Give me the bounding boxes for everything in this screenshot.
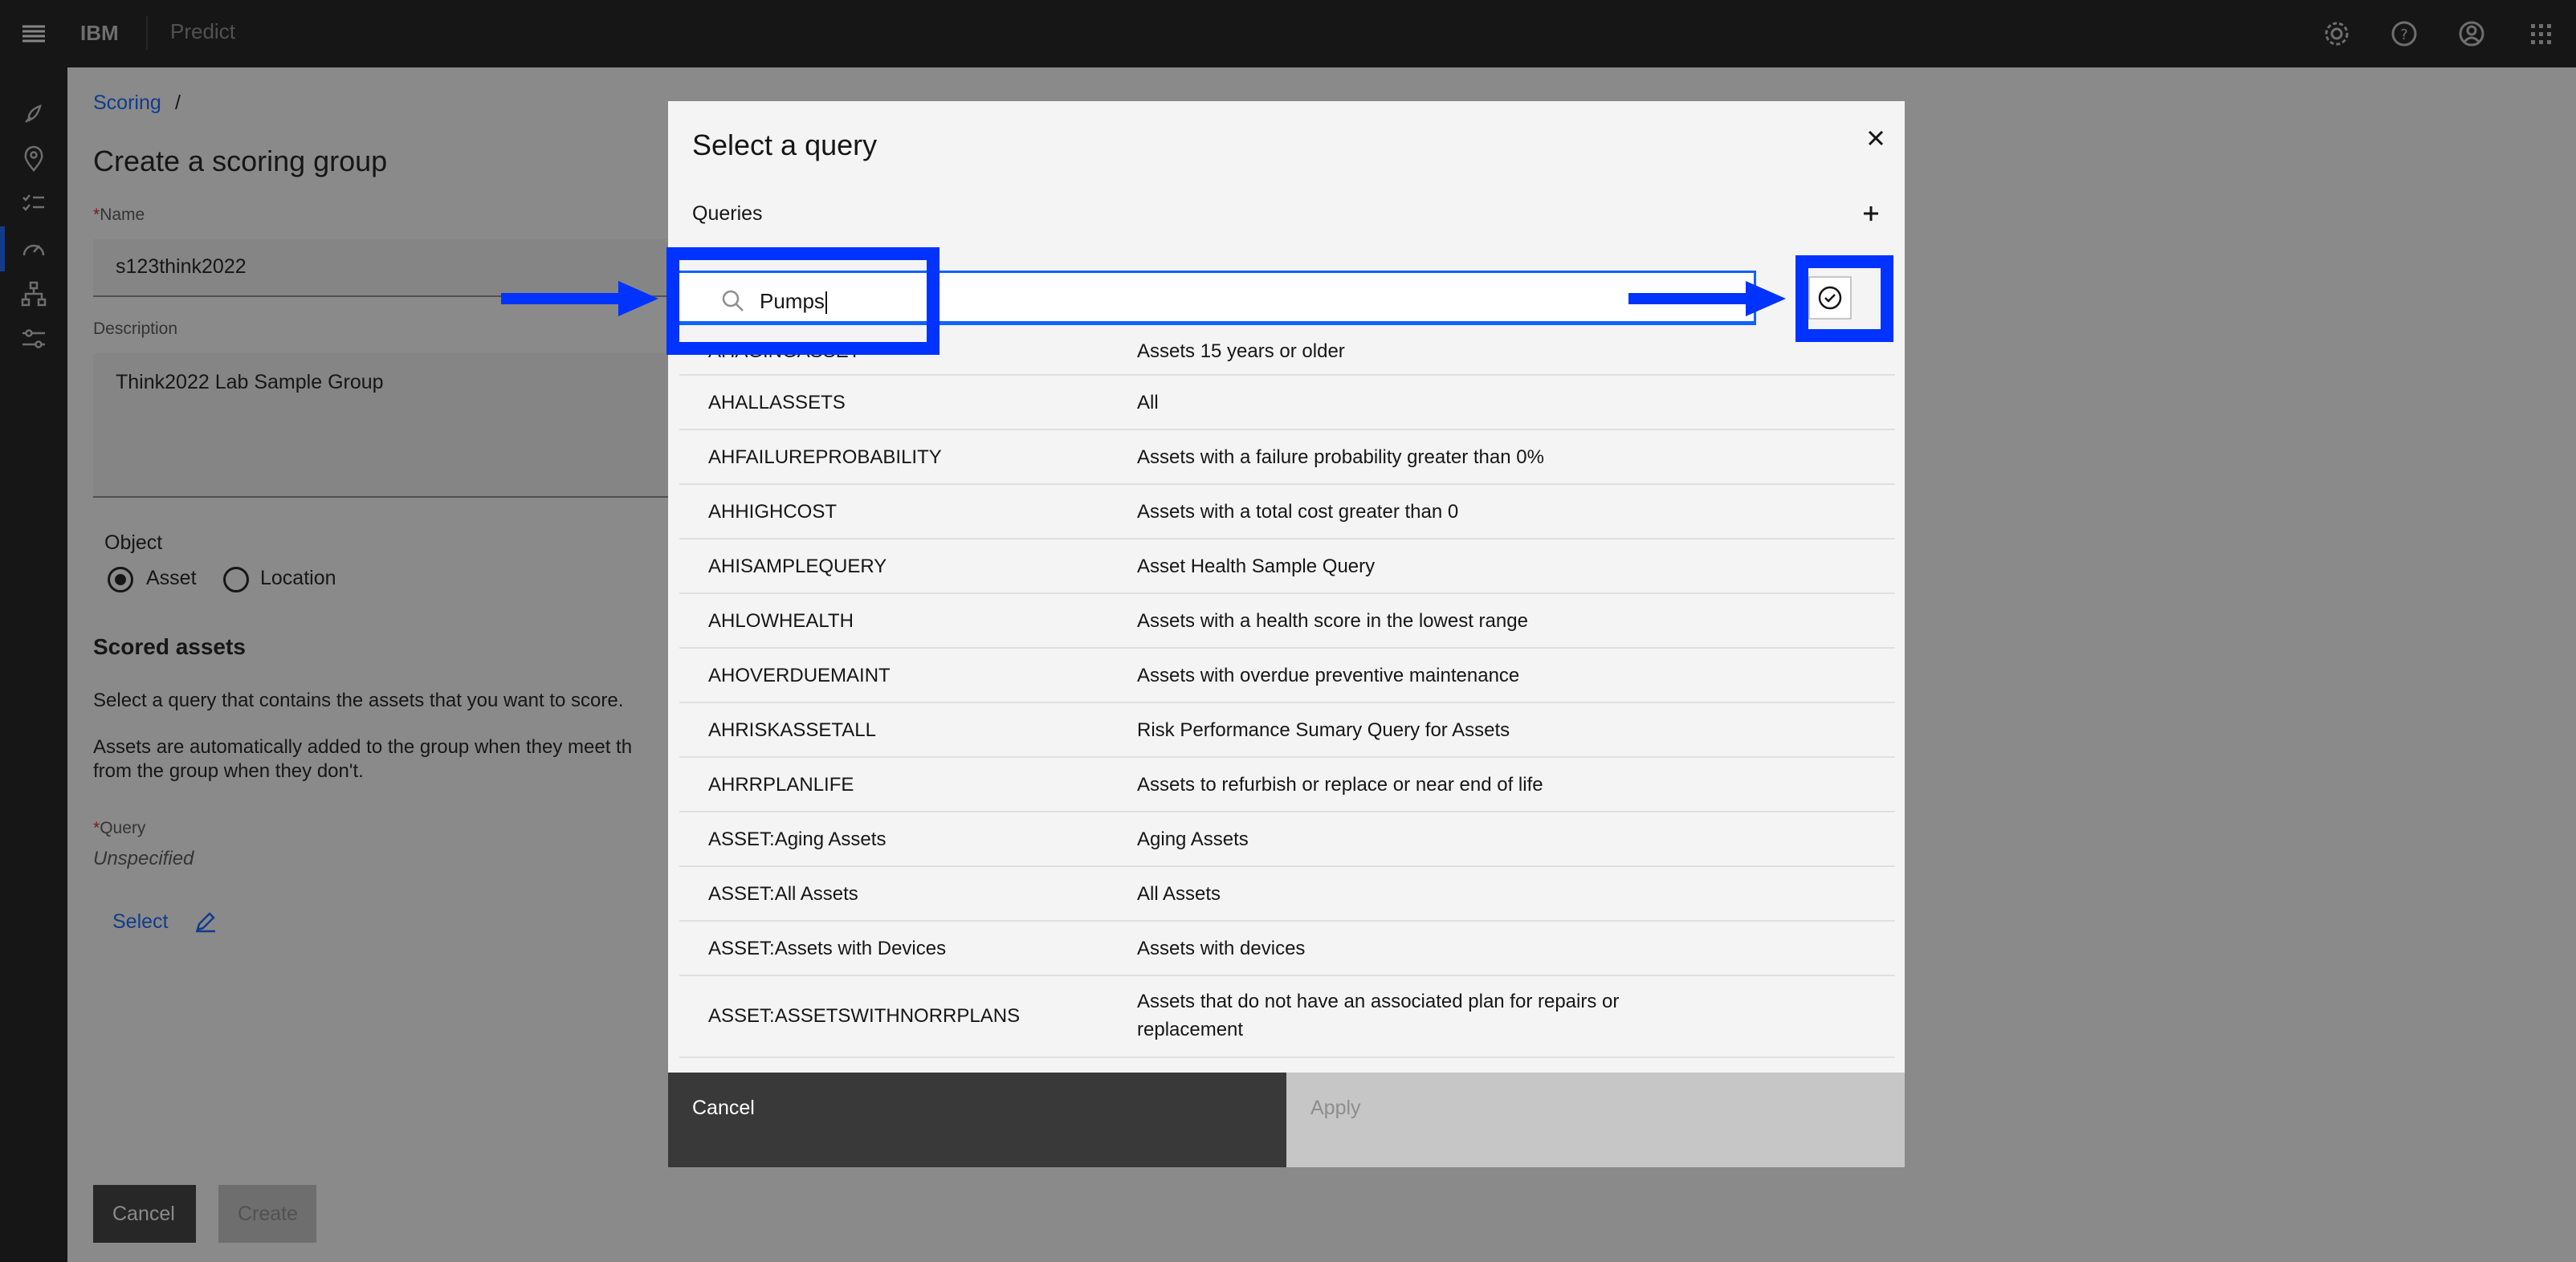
query-name: AHOVERDUEMAINT xyxy=(708,665,891,686)
query-description: Assets that do not have an associated pl… xyxy=(1137,991,1620,1040)
query-description: Assets with a total cost greater than 0 xyxy=(1137,501,1459,523)
query-description: Assets 15 years or older xyxy=(1137,340,1345,362)
modal-cancel-button[interactable]: Cancel xyxy=(668,1073,1286,1167)
query-name: AHALLASSETS xyxy=(708,392,846,413)
query-name: AHFAILUREPROBABILITY xyxy=(708,446,942,468)
table-row[interactable]: AHLOWHEALTH Assets with a health score i… xyxy=(679,594,1895,649)
search-highlight-box xyxy=(666,247,940,355)
table-row[interactable]: AHALLASSETS All xyxy=(679,376,1895,430)
modal-title: Select a query xyxy=(692,128,878,161)
table-row[interactable]: AHRISKASSETALL Risk Performance Sumary Q… xyxy=(679,703,1895,758)
query-name: AHLOWHEALTH xyxy=(708,610,854,632)
confirm-highlight-box xyxy=(1795,255,1893,342)
query-name: AHISAMPLEQUERY xyxy=(708,556,887,577)
table-row[interactable]: AHRRPLANLIFE Assets to refurbish or repl… xyxy=(679,758,1895,812)
table-row[interactable]: AHFAILUREPROBABILITY Assets with a failu… xyxy=(679,430,1895,485)
add-icon[interactable] xyxy=(1855,197,1887,230)
query-name: ASSET:Aging Assets xyxy=(708,828,887,850)
table-row[interactable]: AHHIGHCOST Assets with a total cost grea… xyxy=(679,485,1895,539)
query-description: Aging Assets xyxy=(1137,828,1249,850)
table-row[interactable]: ASSET:Aging Assets Aging Assets xyxy=(679,812,1895,867)
query-name: ASSET:Assets with Devices xyxy=(708,938,947,959)
query-description: Assets with a health score in the lowest… xyxy=(1137,610,1528,632)
query-description: Risk Performance Sumary Query for Assets xyxy=(1137,719,1510,741)
table-row[interactable]: ASSET:All Assets All Assets xyxy=(679,867,1895,922)
query-description: Assets with devices xyxy=(1137,938,1306,959)
table-row[interactable]: ASSET:ASSETSWITHNORRPLANS Assets that do… xyxy=(679,976,1895,1058)
query-description: Assets to refurbish or replace or near e… xyxy=(1137,774,1543,796)
query-name: AHHIGHCOST xyxy=(708,501,838,523)
table-row[interactable]: AHOVERDUEMAINT Assets with overdue preve… xyxy=(679,649,1895,703)
query-name: ASSET:ASSETSWITHNORRPLANS xyxy=(708,1005,1021,1027)
apply-button[interactable]: Apply xyxy=(1286,1073,1905,1167)
table-row[interactable]: ASSET:Assets with Devices Assets with de… xyxy=(679,922,1895,976)
query-name: AHRRPLANLIFE xyxy=(708,774,854,796)
query-name: ASSET:All Assets xyxy=(708,883,858,905)
query-description: Asset Health Sample Query xyxy=(1137,556,1376,577)
close-icon[interactable] xyxy=(1860,122,1892,154)
query-description: Assets with overdue preventive maintenan… xyxy=(1137,665,1520,686)
query-description: All Assets xyxy=(1137,883,1221,905)
queries-label: Queries xyxy=(692,202,763,225)
arrow-right-icon xyxy=(1628,281,1786,316)
table-row[interactable]: AHISAMPLEQUERY Asset Health Sample Query xyxy=(679,539,1895,594)
query-name: AHRISKASSETALL xyxy=(708,719,876,741)
query-description: Assets with a failure probability greate… xyxy=(1137,446,1544,468)
arrow-right-icon xyxy=(501,281,658,316)
query-description: All xyxy=(1137,392,1159,413)
